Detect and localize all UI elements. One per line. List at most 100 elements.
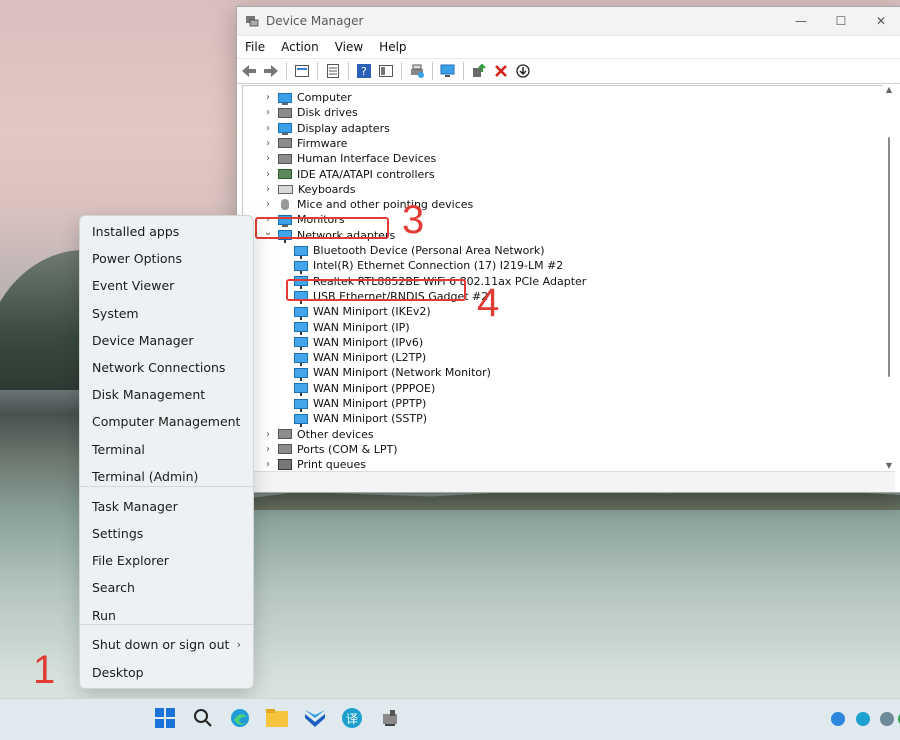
context-menu-item[interactable]: Terminal: [80, 436, 253, 463]
help-icon[interactable]: ?: [354, 61, 374, 81]
vertical-scrollbar[interactable]: ▲ ▼: [883, 85, 895, 471]
uninstall-x-icon[interactable]: [491, 61, 511, 81]
tree-device-item[interactable]: WAN Miniport (PPTP): [294, 396, 426, 412]
context-menu-item[interactable]: Installed apps: [80, 218, 253, 245]
context-menu-item[interactable]: Shut down or sign out ›: [80, 631, 253, 658]
printer-icon[interactable]: [407, 61, 427, 81]
tree-device-item[interactable]: WAN Miniport (PPPOE): [294, 381, 435, 397]
tree-category-item[interactable]: › Computer: [262, 90, 352, 105]
tree-item-label: Intel(R) Ethernet Connection (17) I219-L…: [313, 259, 564, 273]
tree-category-item[interactable]: › Other devices: [262, 427, 374, 442]
chevron-right-icon[interactable]: ›: [262, 107, 274, 118]
tree-device-item[interactable]: Intel(R) Ethernet Connection (17) I219-L…: [294, 258, 564, 274]
display-adapter-icon: [278, 123, 292, 136]
back-arrow-icon[interactable]: [239, 61, 259, 81]
chevron-right-icon[interactable]: ›: [262, 184, 274, 195]
context-menu-item[interactable]: Disk Management: [80, 381, 253, 408]
chevron-right-icon[interactable]: ›: [262, 92, 274, 103]
context-menu-item[interactable]: Event Viewer: [80, 272, 253, 299]
tree-category-item[interactable]: › Mice and other pointing devices: [262, 197, 473, 212]
context-menu-item[interactable]: Device Manager: [80, 327, 253, 354]
monitor-icon[interactable]: [438, 61, 458, 81]
tree-device-item[interactable]: Bluetooth Device (Personal Area Network): [294, 243, 545, 259]
firmware-icon: [278, 138, 292, 149]
chevron-right-icon[interactable]: ›: [262, 169, 274, 180]
scroll-up-icon[interactable]: ▲: [884, 85, 894, 95]
tree-category-item[interactable]: › Human Interface Devices: [262, 151, 436, 166]
context-menu-item[interactable]: Search: [80, 574, 253, 601]
chevron-right-icon[interactable]: ›: [262, 153, 274, 164]
tray-app3-icon[interactable]: [880, 712, 894, 726]
menu-file[interactable]: File: [237, 40, 273, 54]
tree-item-label: Mice and other pointing devices: [297, 198, 474, 212]
svg-text:?: ?: [361, 65, 367, 78]
context-menu-item[interactable]: Power Options: [80, 245, 253, 272]
context-menu-item-label: Search: [92, 580, 135, 595]
context-menu-item[interactable]: Settings: [80, 520, 253, 547]
close-button[interactable]: ✕: [861, 7, 900, 35]
context-menu-item[interactable]: Run: [80, 602, 253, 629]
tree-device-item[interactable]: WAN Miniport (IPv6): [294, 335, 423, 351]
context-menu-item[interactable]: Task Manager: [80, 493, 253, 520]
forward-arrow-icon[interactable]: [261, 61, 281, 81]
menu-action[interactable]: Action: [273, 40, 327, 54]
view-icon[interactable]: [376, 61, 396, 81]
context-menu-item[interactable]: Desktop: [80, 659, 253, 686]
tray-app2-icon[interactable]: [856, 712, 870, 726]
context-menu-item-label: Run: [92, 608, 116, 623]
tree-device-item[interactable]: WAN Miniport (Network Monitor): [294, 365, 491, 381]
network-adapter-icon: [294, 260, 308, 274]
context-menu-item-label: Event Viewer: [92, 278, 175, 293]
update-driver-icon[interactable]: [469, 61, 489, 81]
tree-category-item[interactable]: › Display adapters: [262, 121, 390, 136]
chevron-right-icon[interactable]: ›: [262, 429, 274, 440]
tree-category-item[interactable]: › Firmware: [262, 136, 347, 151]
chevron-right-icon[interactable]: ›: [262, 123, 274, 134]
search-icon[interactable]: [192, 707, 214, 729]
context-menu-item[interactable]: System: [80, 300, 253, 327]
tree-device-item[interactable]: WAN Miniport (L2TP): [294, 350, 426, 366]
edge-icon[interactable]: [229, 707, 251, 729]
tree-category-item[interactable]: › Ports (COM & LPT): [262, 442, 398, 457]
tree-device-item[interactable]: WAN Miniport (IP): [294, 320, 410, 335]
tree-item-label: WAN Miniport (SSTP): [313, 412, 428, 426]
download-icon[interactable]: [513, 61, 533, 81]
taskbar: 译: [0, 698, 900, 740]
context-menu-item[interactable]: File Explorer: [80, 547, 253, 574]
tree-item-label: Firmware: [297, 136, 348, 150]
tray-app1-icon[interactable]: [831, 712, 845, 726]
tree-category-item[interactable]: › IDE ATA/ATAPI controllers: [262, 167, 435, 182]
properties-icon[interactable]: [292, 61, 312, 81]
context-menu-item[interactable]: Computer Management: [80, 408, 253, 435]
maximize-icon: ☐: [835, 14, 847, 28]
menu-view[interactable]: View: [327, 40, 371, 54]
chevron-right-icon[interactable]: ›: [262, 138, 274, 149]
context-menu-item[interactable]: Terminal (Admin): [80, 463, 253, 490]
maximize-button[interactable]: ☐: [821, 7, 861, 35]
tree-device-item[interactable]: WAN Miniport (IKEv2): [294, 304, 431, 320]
chevron-right-icon[interactable]: ›: [262, 459, 274, 470]
tree-category-item[interactable]: › Keyboards: [262, 182, 355, 197]
context-menu-item-label: System: [92, 306, 139, 321]
file-explorer-icon[interactable]: [266, 707, 288, 729]
chevron-right-icon[interactable]: ›: [262, 444, 274, 455]
scroll-down-icon[interactable]: ▼: [884, 461, 894, 471]
scroll-thumb[interactable]: [888, 137, 890, 377]
tree-device-item[interactable]: WAN Miniport (SSTP): [294, 411, 428, 427]
context-menu-item[interactable]: Network Connections: [80, 354, 253, 381]
network-adapter-icon: [294, 383, 308, 397]
minimize-button[interactable]: —: [781, 7, 821, 35]
app-translate-icon[interactable]: 译: [341, 707, 363, 729]
tree-item-label: Other devices: [297, 427, 374, 441]
list-icon[interactable]: [323, 61, 343, 81]
app-tool-icon[interactable]: [380, 707, 402, 729]
chevron-right-icon[interactable]: ›: [262, 199, 274, 210]
toolbar-separator: [317, 62, 318, 80]
app-blue-icon[interactable]: [304, 707, 326, 729]
tree-item-label: Disk drives: [297, 106, 358, 120]
start-icon[interactable]: [154, 707, 176, 729]
tree-category-item[interactable]: › Disk drives: [262, 105, 358, 120]
tree-category-item[interactable]: › Print queues: [262, 457, 366, 472]
tree-item-label: Ports (COM & LPT): [297, 442, 398, 456]
menu-help[interactable]: Help: [371, 40, 414, 54]
